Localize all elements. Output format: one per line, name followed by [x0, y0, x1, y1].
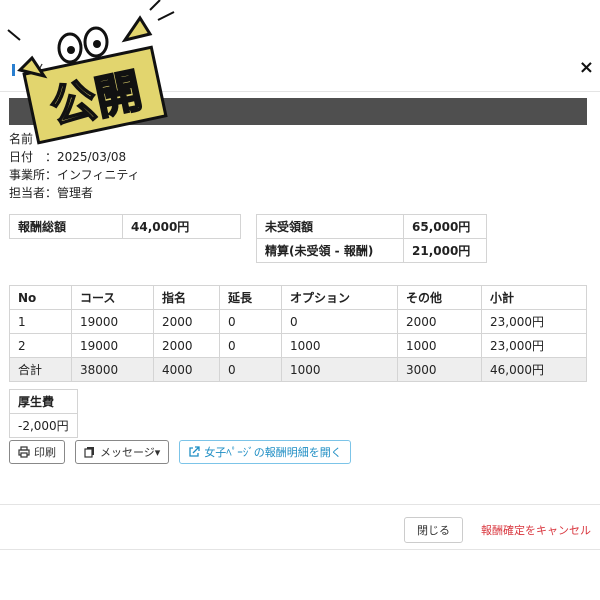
welfare-label: 厚生費 [9, 389, 78, 414]
col-header-other: その他 [397, 285, 482, 310]
cell: 2000 [153, 333, 220, 358]
modal-title-text: さん [21, 63, 49, 79]
close-button[interactable]: 閉じる [404, 517, 463, 543]
cell: 1000 [397, 333, 482, 358]
table-row: 1 19000 2000 0 0 2000 23,000円 [9, 309, 587, 334]
total-reward-label: 報酬総額 [9, 214, 123, 239]
unreceived-label: 未受領額 [256, 214, 404, 239]
cell: 0 [219, 333, 282, 358]
reward-summary-table: 報酬総額 44,000円 [9, 214, 241, 239]
printer-icon [18, 446, 30, 458]
close-icon[interactable]: × [579, 58, 594, 78]
open-reward-detail-button[interactable]: 女子ﾍﾟｰｼﾞの報酬明細を開く [179, 440, 351, 464]
welfare-value: -2,000円 [9, 413, 78, 438]
reward-detail-table: No コース 指名 延長 オプション その他 小計 1 19000 2000 0… [9, 285, 587, 382]
cell: 1 [9, 309, 72, 334]
cell: 1000 [281, 357, 398, 382]
person-line: 担当者：管理者 [9, 186, 94, 200]
cell: 23,000円 [481, 309, 587, 334]
cell: 0 [219, 357, 282, 382]
open-detail-label: 女子ﾍﾟｰｼﾞの報酬明細を開く [204, 446, 342, 459]
col-header-subtotal: 小計 [481, 285, 587, 310]
table-header-row: No コース 指名 延長 オプション その他 小計 [9, 285, 587, 310]
date-line: 日付 ：2025/03/08 [9, 150, 127, 164]
cell: 1000 [281, 333, 398, 358]
info-block: 名前 日付 ：2025/03/08 事業所：インフィニティ 担当者：管理者 [9, 130, 140, 202]
settlement-summary-table: 未受領額 65,000円 精算(未受領 - 報酬) 21,000円 [256, 214, 487, 263]
col-header-option: オプション [281, 285, 398, 310]
col-header-nomination: 指名 [153, 285, 220, 310]
office-line: 事業所：インフィニティ [9, 168, 140, 182]
unreceived-value: 65,000円 [403, 214, 487, 239]
col-header-course: コース [71, 285, 154, 310]
cell: 0 [219, 309, 282, 334]
cell: 0 [281, 309, 398, 334]
cell: 4000 [153, 357, 220, 382]
message-dropdown-button[interactable]: メッセージ▾ [75, 440, 170, 464]
title-marker [12, 64, 15, 76]
cell: 19000 [71, 333, 154, 358]
settlement-label: 精算(未受領 - 報酬) [256, 238, 404, 263]
print-button[interactable]: 印刷 [9, 440, 65, 464]
action-buttons: 印刷 メッセージ▾ 女子ﾍﾟｰｼﾞの報酬明細を開く [9, 440, 351, 464]
cell: 合計 [9, 357, 72, 382]
cell: 19000 [71, 309, 154, 334]
copy-icon [84, 447, 94, 458]
col-header-no: No [9, 285, 72, 310]
message-button-label: メッセージ▾ [100, 446, 161, 459]
cell: 3000 [397, 357, 482, 382]
settlement-value: 21,000円 [403, 238, 487, 263]
table-row: 2 19000 2000 0 1000 1000 23,000円 [9, 333, 587, 358]
cell: 23,000円 [481, 333, 587, 358]
col-header-extension: 延長 [219, 285, 282, 310]
name-label: 名前 [9, 132, 34, 146]
cell: 2 [9, 333, 72, 358]
cell: 2000 [397, 309, 482, 334]
external-link-icon [189, 446, 200, 457]
welfare-table: 厚生費 -2,000円 [9, 389, 78, 438]
table-total-row: 合計 38000 4000 0 1000 3000 46,000円 [9, 357, 587, 382]
section-bar [9, 98, 587, 125]
cell: 2000 [153, 309, 220, 334]
cell: 38000 [71, 357, 154, 382]
modal-title: さん [12, 60, 49, 80]
total-reward-value: 44,000円 [122, 214, 241, 239]
cancel-confirmation-link[interactable]: 報酬確定をキャンセル [481, 522, 591, 538]
modal-header: さん × [0, 0, 600, 92]
cell: 46,000円 [481, 357, 587, 382]
print-button-label: 印刷 [34, 446, 56, 459]
modal-footer: 閉じる 報酬確定をキャンセル [0, 504, 600, 550]
